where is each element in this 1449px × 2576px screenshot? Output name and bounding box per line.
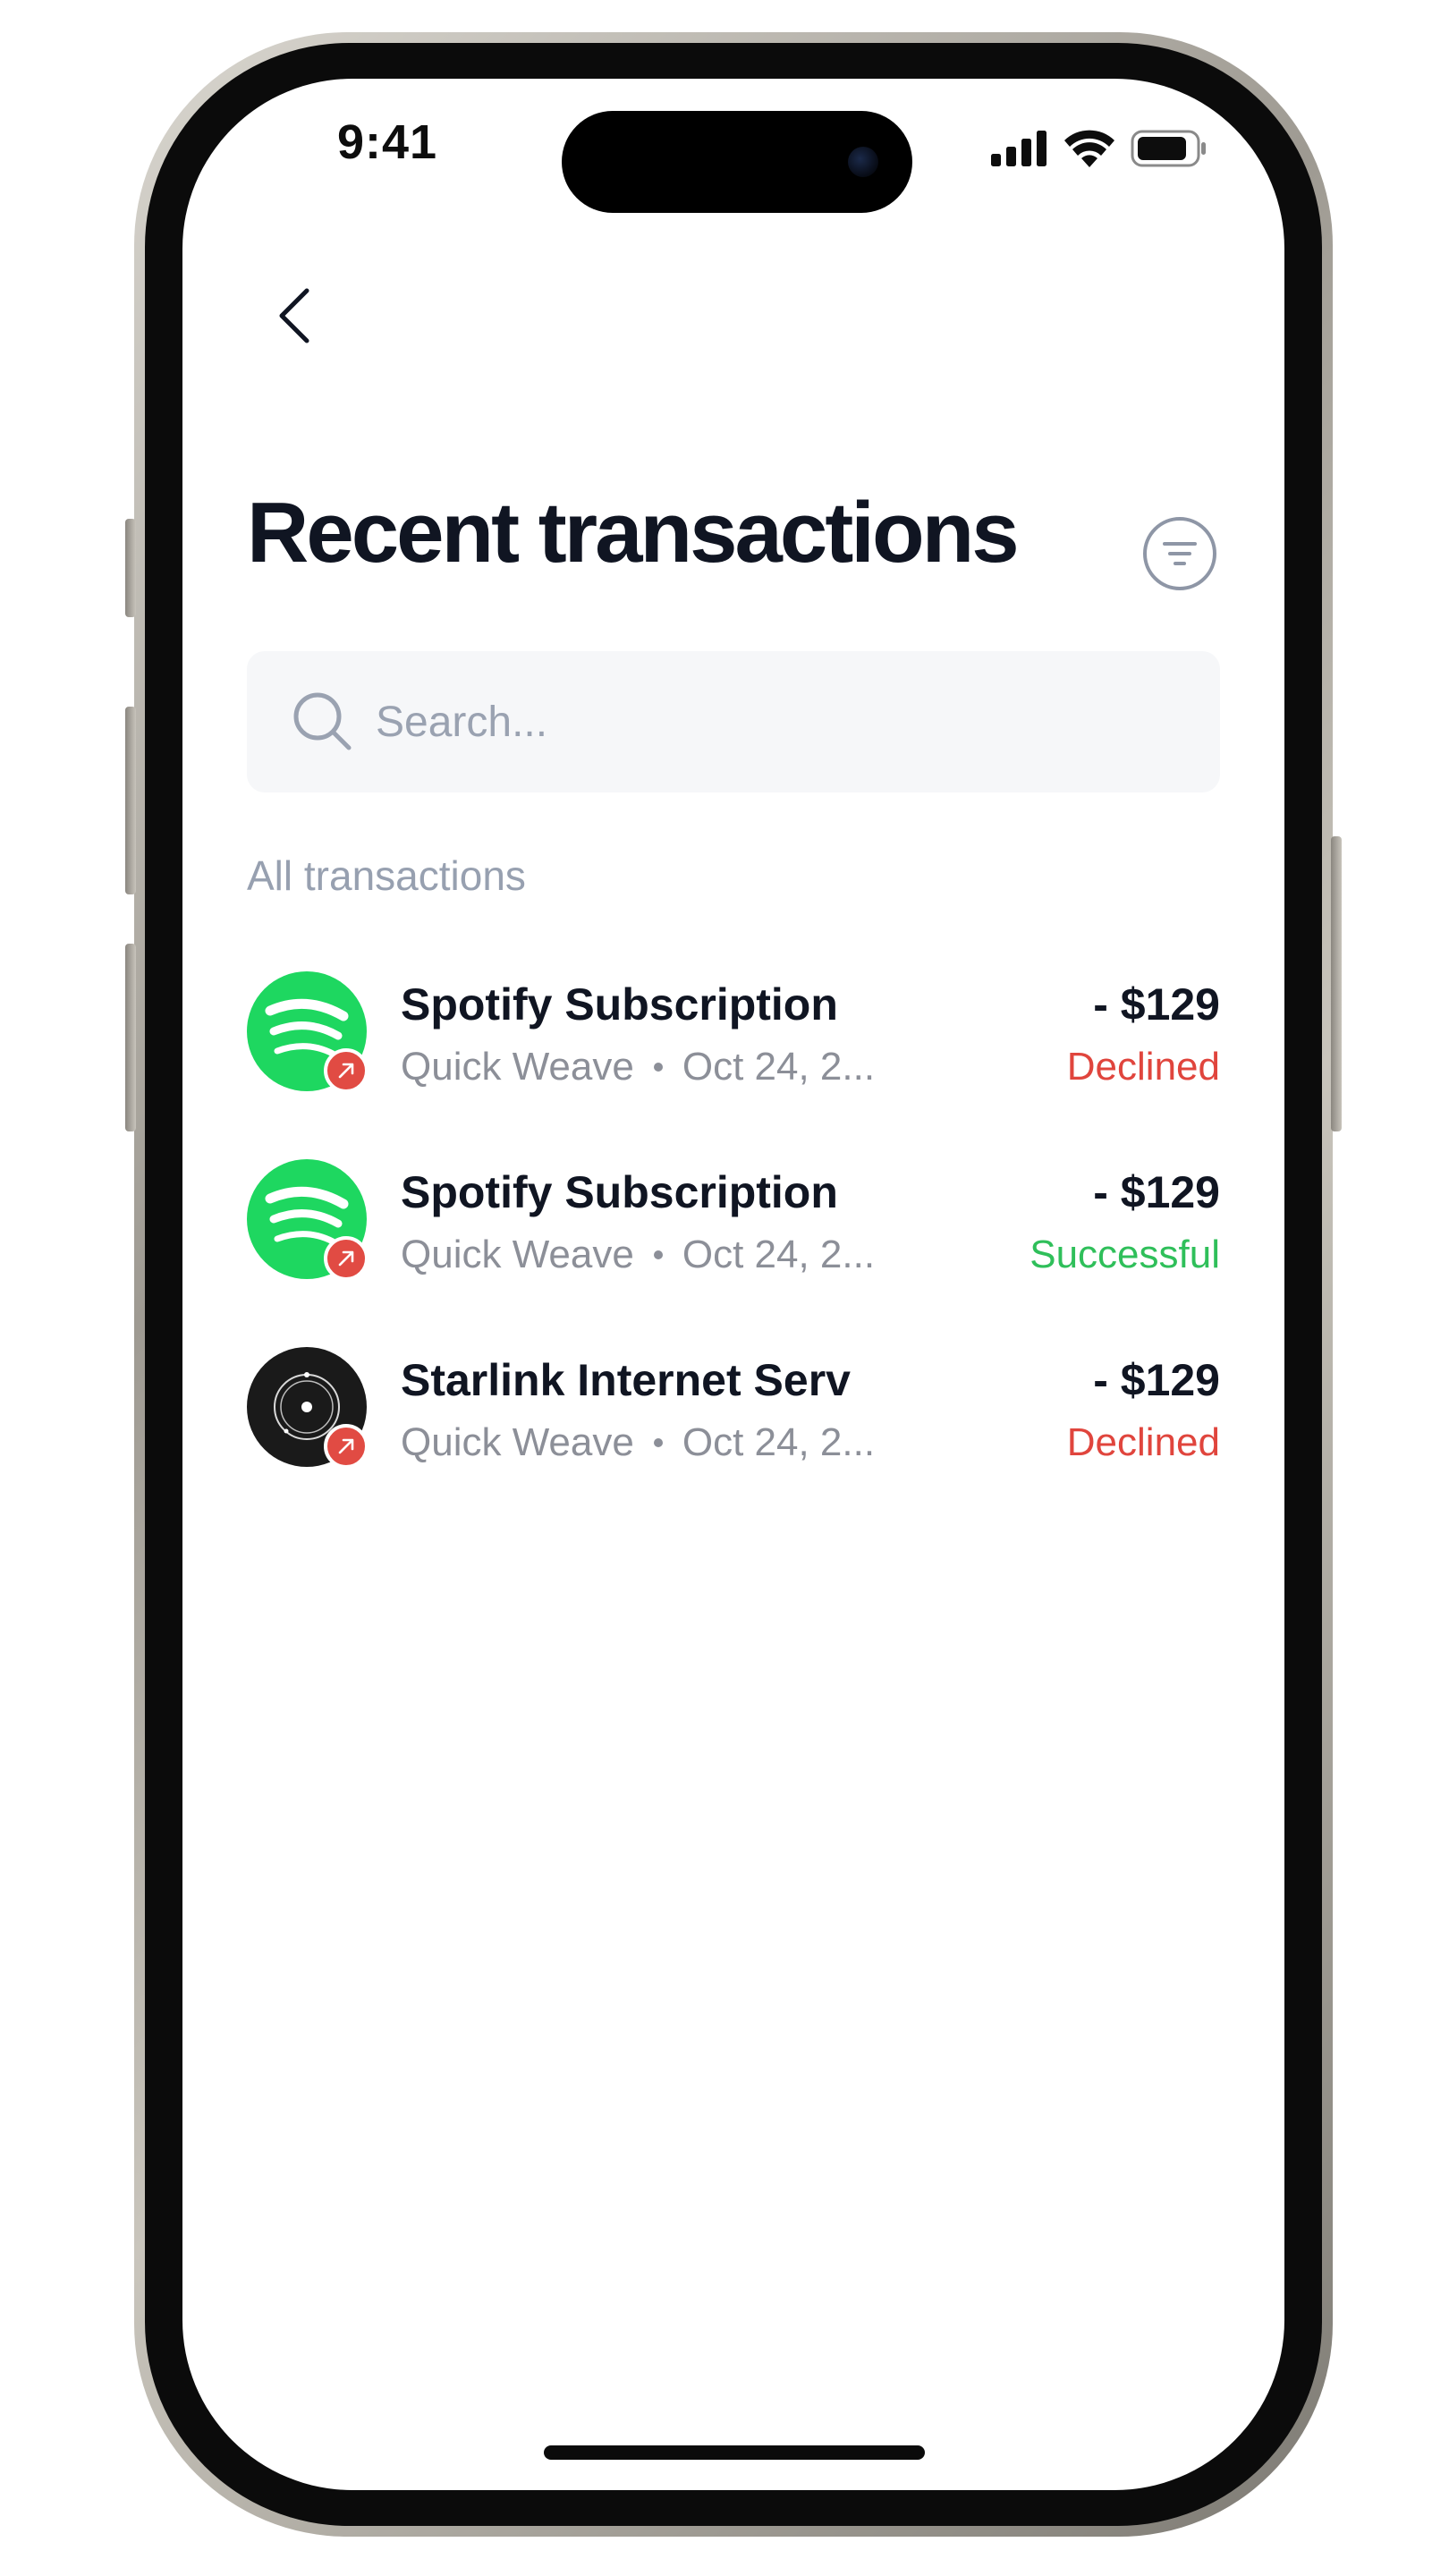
spotify-logo (247, 971, 369, 1093)
front-camera (848, 147, 878, 177)
transaction-name: Spotify Subscription (401, 979, 838, 1030)
back-button[interactable] (265, 277, 324, 354)
search-bar[interactable] (247, 651, 1220, 792)
transaction-row[interactable]: Spotify Subscription Quick Weave Oct 24,… (247, 1159, 1220, 1347)
transaction-meta: Quick Weave Oct 24, 2... (401, 1045, 875, 1089)
transaction-meta: Quick Weave Oct 24, 2... (401, 1233, 875, 1277)
app-screen: 9:41 Recent transactions Search... All t… (182, 79, 1284, 2490)
separator-dot (653, 1438, 663, 1447)
transaction-amount: - $129 (1093, 979, 1220, 1030)
transaction-row[interactable]: Starlink Internet Serv Quick Weave Oct 2… (247, 1347, 1220, 1535)
outgoing-badge (324, 1424, 369, 1469)
filter-lines-icon (1163, 542, 1197, 565)
transaction-date: Oct 24, 2... (682, 1420, 876, 1464)
transaction-merchant: Quick Weave (401, 1045, 634, 1089)
battery-icon (1131, 130, 1206, 167)
status-time: 9:41 (336, 115, 438, 169)
volume-down-button (125, 944, 136, 1131)
transaction-merchant: Quick Weave (401, 1420, 634, 1464)
page-title: Recent transactions (247, 485, 1020, 580)
transaction-date: Oct 24, 2... (682, 1233, 876, 1276)
transaction-status: Declined (1066, 1045, 1220, 1089)
transaction-name: Spotify Subscription (401, 1167, 838, 1217)
transaction-list: Spotify Subscription Quick Weave Oct 24,… (247, 971, 1220, 1535)
transaction-date: Oct 24, 2... (682, 1045, 876, 1089)
separator-dot (653, 1063, 663, 1072)
chevron-left-icon (279, 288, 309, 343)
home-indicator[interactable] (544, 2445, 925, 2460)
transaction-status: Declined (1066, 1420, 1220, 1464)
dynamic-island (562, 111, 912, 213)
starlink-logo (247, 1347, 369, 1469)
filter-button[interactable] (1143, 517, 1216, 590)
transaction-amount: - $129 (1093, 1167, 1220, 1217)
transaction-merchant: Quick Weave (401, 1233, 634, 1276)
outgoing-badge (324, 1048, 369, 1093)
section-label: All transactions (247, 852, 526, 899)
search-input[interactable] (374, 696, 1179, 748)
transaction-meta: Quick Weave Oct 24, 2... (401, 1420, 875, 1465)
volume-up-button (125, 707, 136, 894)
outgoing-badge (324, 1236, 369, 1281)
transaction-status: Successful (1030, 1233, 1220, 1276)
status-icons (991, 127, 1208, 170)
arrow-up-right-icon (338, 1063, 354, 1079)
transaction-name: Starlink Internet Serv (401, 1355, 851, 1405)
arrow-up-right-icon (338, 1250, 354, 1267)
power-button (1331, 836, 1342, 1131)
spotify-logo (247, 1159, 369, 1281)
cellular-signal-icon (991, 131, 1046, 166)
arrow-up-right-icon (338, 1438, 354, 1454)
search-icon (293, 692, 352, 750)
transaction-amount: - $129 (1093, 1355, 1220, 1405)
wifi-icon (1064, 130, 1114, 167)
separator-dot (653, 1250, 663, 1259)
action-button (125, 519, 136, 617)
transaction-row[interactable]: Spotify Subscription Quick Weave Oct 24,… (247, 971, 1220, 1159)
